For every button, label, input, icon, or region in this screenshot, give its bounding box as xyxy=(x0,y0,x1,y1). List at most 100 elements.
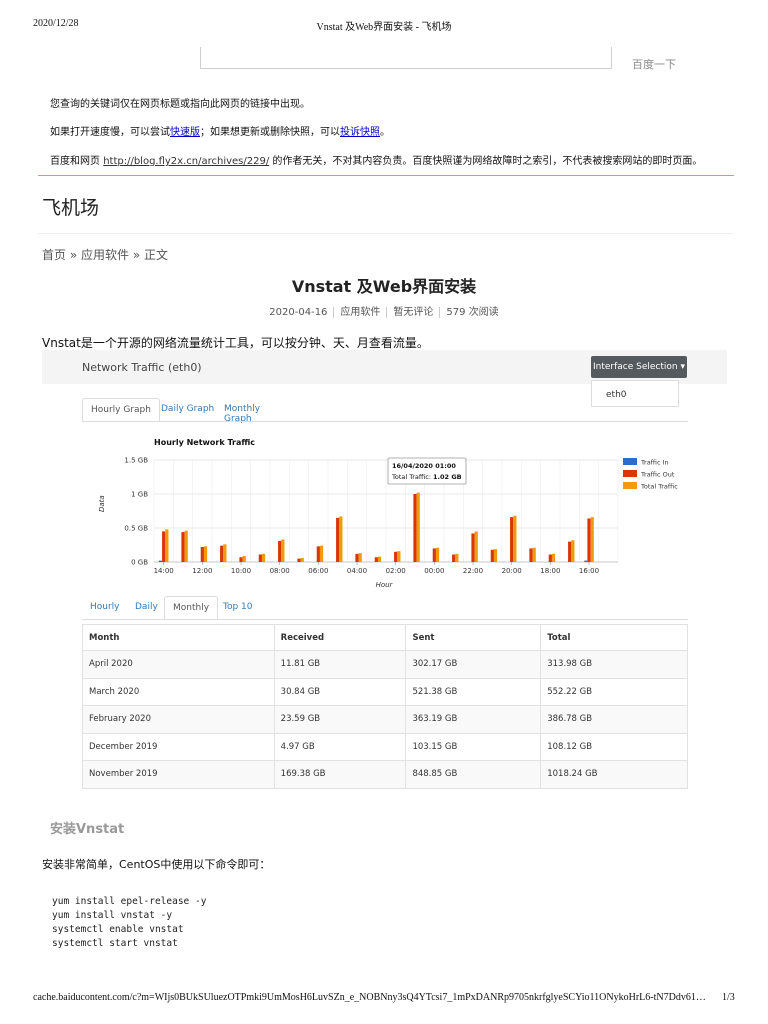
table-row: December 2019 4.97 GB 103.15 GB 108.12 G… xyxy=(82,732,688,761)
bar-total-traffic xyxy=(300,557,304,562)
tab-monthly[interactable]: Monthly xyxy=(164,596,219,620)
cell-total: 386.78 GB xyxy=(540,705,688,734)
caret-down-icon: ▾ xyxy=(680,362,686,372)
bar-total-traffic xyxy=(532,547,536,562)
bar-total-traffic xyxy=(474,531,478,562)
post-comments[interactable]: 暂无评论 xyxy=(393,307,433,318)
cell-month: February 2020 xyxy=(82,705,275,734)
source-url-link[interactable]: http://blog.fly2x.cn/archives/229/ xyxy=(103,156,269,167)
bar-total-traffic xyxy=(261,553,266,562)
bar-traffic-out xyxy=(181,532,185,562)
post-date: 2020-04-16 xyxy=(269,307,328,318)
report-snapshot-link[interactable]: 投诉快照 xyxy=(340,127,380,138)
cell-sent: 848.85 GB xyxy=(405,760,542,789)
y-axis-label: Data xyxy=(98,495,106,512)
cell-total: 108.12 GB xyxy=(540,732,688,761)
tab-hourly-graph[interactable]: Hourly Graph xyxy=(82,398,160,422)
post-views: 579 次阅读 xyxy=(446,307,499,318)
x-tick-label: 18:00 xyxy=(540,567,560,575)
x-tick-label: 04:00 xyxy=(347,567,367,575)
cell-total: 552.22 GB xyxy=(540,677,688,706)
fast-version-link[interactable]: 快速版 xyxy=(170,127,200,138)
cell-total: 313.98 GB xyxy=(540,650,688,679)
tooltip-total-label: Total Traffic: xyxy=(391,473,433,481)
bar-total-traffic xyxy=(397,551,401,562)
site-title[interactable]: 飞机场 xyxy=(42,193,99,220)
x-tick-label: 10:00 xyxy=(231,567,251,575)
print-title: Vnstat 及Web界面安装 - 飞机场 xyxy=(316,22,452,33)
notice-disclaimer-line: 百度和网页 http://blog.fly2x.cn/archives/229/… xyxy=(50,152,702,167)
bar-total-traffic xyxy=(455,553,459,562)
bar-traffic-out xyxy=(490,549,494,562)
legend-swatch xyxy=(623,470,637,477)
cell-month: November 2019 xyxy=(82,760,275,789)
breadcrumb-current: 正文 xyxy=(144,248,169,262)
x-tick-label: 14:00 xyxy=(154,567,174,575)
bar-total-traffic xyxy=(551,553,556,562)
breadcrumb-category[interactable]: 应用软件 xyxy=(81,248,129,262)
legend-swatch xyxy=(623,458,637,465)
bar-traffic-out xyxy=(336,517,340,562)
install-heading: 安装Vnstat xyxy=(50,822,125,837)
tab-daily-graph[interactable]: Daily Graph xyxy=(153,398,222,422)
bar-total-traffic xyxy=(242,555,246,562)
graph-tabs-line xyxy=(82,421,688,422)
x-tick-label: 06:00 xyxy=(308,567,328,575)
cell-received: 4.97 GB xyxy=(273,732,407,761)
breadcrumb: 首页 » 应用软件 » 正文 xyxy=(42,246,168,263)
cell-sent: 302.17 GB xyxy=(405,650,542,679)
bar-total-traffic xyxy=(571,540,575,562)
bar-traffic-out xyxy=(568,541,572,562)
bar-total-traffic xyxy=(184,530,188,562)
tab-hourly[interactable]: Hourly xyxy=(82,596,128,620)
post-intro: Vnstat是一个开源的网络流量统计工具，可以按分钟、天、月查看流量。 xyxy=(42,336,429,350)
bar-traffic-out xyxy=(529,548,533,562)
install-code-block[interactable]: yum install epel-release -y yum install … xyxy=(52,895,206,951)
install-text: 安装非常简单，CentOS中使用以下命令即可： xyxy=(42,858,271,871)
bar-traffic-out xyxy=(239,557,243,562)
bar-traffic-out xyxy=(316,546,320,562)
y-tick-label: 1.5 GB xyxy=(124,457,148,465)
bar-traffic-out xyxy=(297,558,301,562)
tab-top10[interactable]: Top 10 xyxy=(215,596,261,620)
legend-swatch xyxy=(623,482,637,489)
notice-text: 的作者无关，不对其内容负责。百度快照谨为网络故障时之索引，不代表被搜索网站的即时… xyxy=(269,156,703,167)
legend-label: Traffic Out xyxy=(640,471,675,479)
interface-selection-label: Interface Selection xyxy=(592,362,678,372)
tooltip-total-value: 1.02 GB xyxy=(433,473,462,481)
bar-traffic-out xyxy=(413,494,417,562)
table-row: March 2020 30.84 GB 521.38 GB 552.22 GB xyxy=(82,677,688,706)
bar-traffic-out xyxy=(220,545,224,562)
bar-traffic-out xyxy=(374,557,378,562)
post-category[interactable]: 应用软件 xyxy=(340,307,380,318)
notice-text: 百度和网页 xyxy=(50,156,104,167)
breadcrumb-home[interactable]: 首页 xyxy=(42,248,66,262)
x-axis-label: Hour xyxy=(376,581,394,589)
x-tick-label: 16:00 xyxy=(579,567,599,575)
cell-received: 23.59 GB xyxy=(273,705,407,734)
bar-total-traffic xyxy=(416,492,420,562)
bar-traffic-in xyxy=(584,560,588,562)
notice-text: ；如果想更新或删除快照，可以 xyxy=(200,127,340,138)
col-total: Total xyxy=(540,624,688,651)
search-input[interactable] xyxy=(200,47,612,69)
cell-month: April 2020 xyxy=(82,650,275,679)
monthly-traffic-table: Month Received Sent Total April 2020 11.… xyxy=(82,624,688,789)
bar-traffic-out xyxy=(548,554,552,562)
table-tabs: Hourly Daily Monthly Top 10 xyxy=(82,596,282,620)
bar-traffic-out xyxy=(432,548,436,562)
bar-traffic-out xyxy=(394,551,398,562)
bar-total-traffic xyxy=(165,529,169,562)
baidu-search-button[interactable]: 百度一下 xyxy=(632,56,676,72)
bar-total-traffic xyxy=(493,549,498,562)
interface-selection-button[interactable]: Interface Selection ▾ xyxy=(591,356,687,378)
tab-monthly-graph[interactable]: Monthly Graph xyxy=(216,398,282,424)
print-footer-url: cache.baiducontent.com/c?m=WIjs0BUkSUlue… xyxy=(33,992,706,1003)
bar-traffic-out xyxy=(471,533,475,562)
notice-divider xyxy=(38,175,734,176)
cell-month: December 2019 xyxy=(82,732,275,761)
tab-daily[interactable]: Daily xyxy=(127,596,166,620)
interface-option-eth0[interactable]: eth0 xyxy=(591,380,679,407)
x-tick-label: 22:00 xyxy=(463,567,483,575)
bar-total-traffic xyxy=(281,539,285,562)
